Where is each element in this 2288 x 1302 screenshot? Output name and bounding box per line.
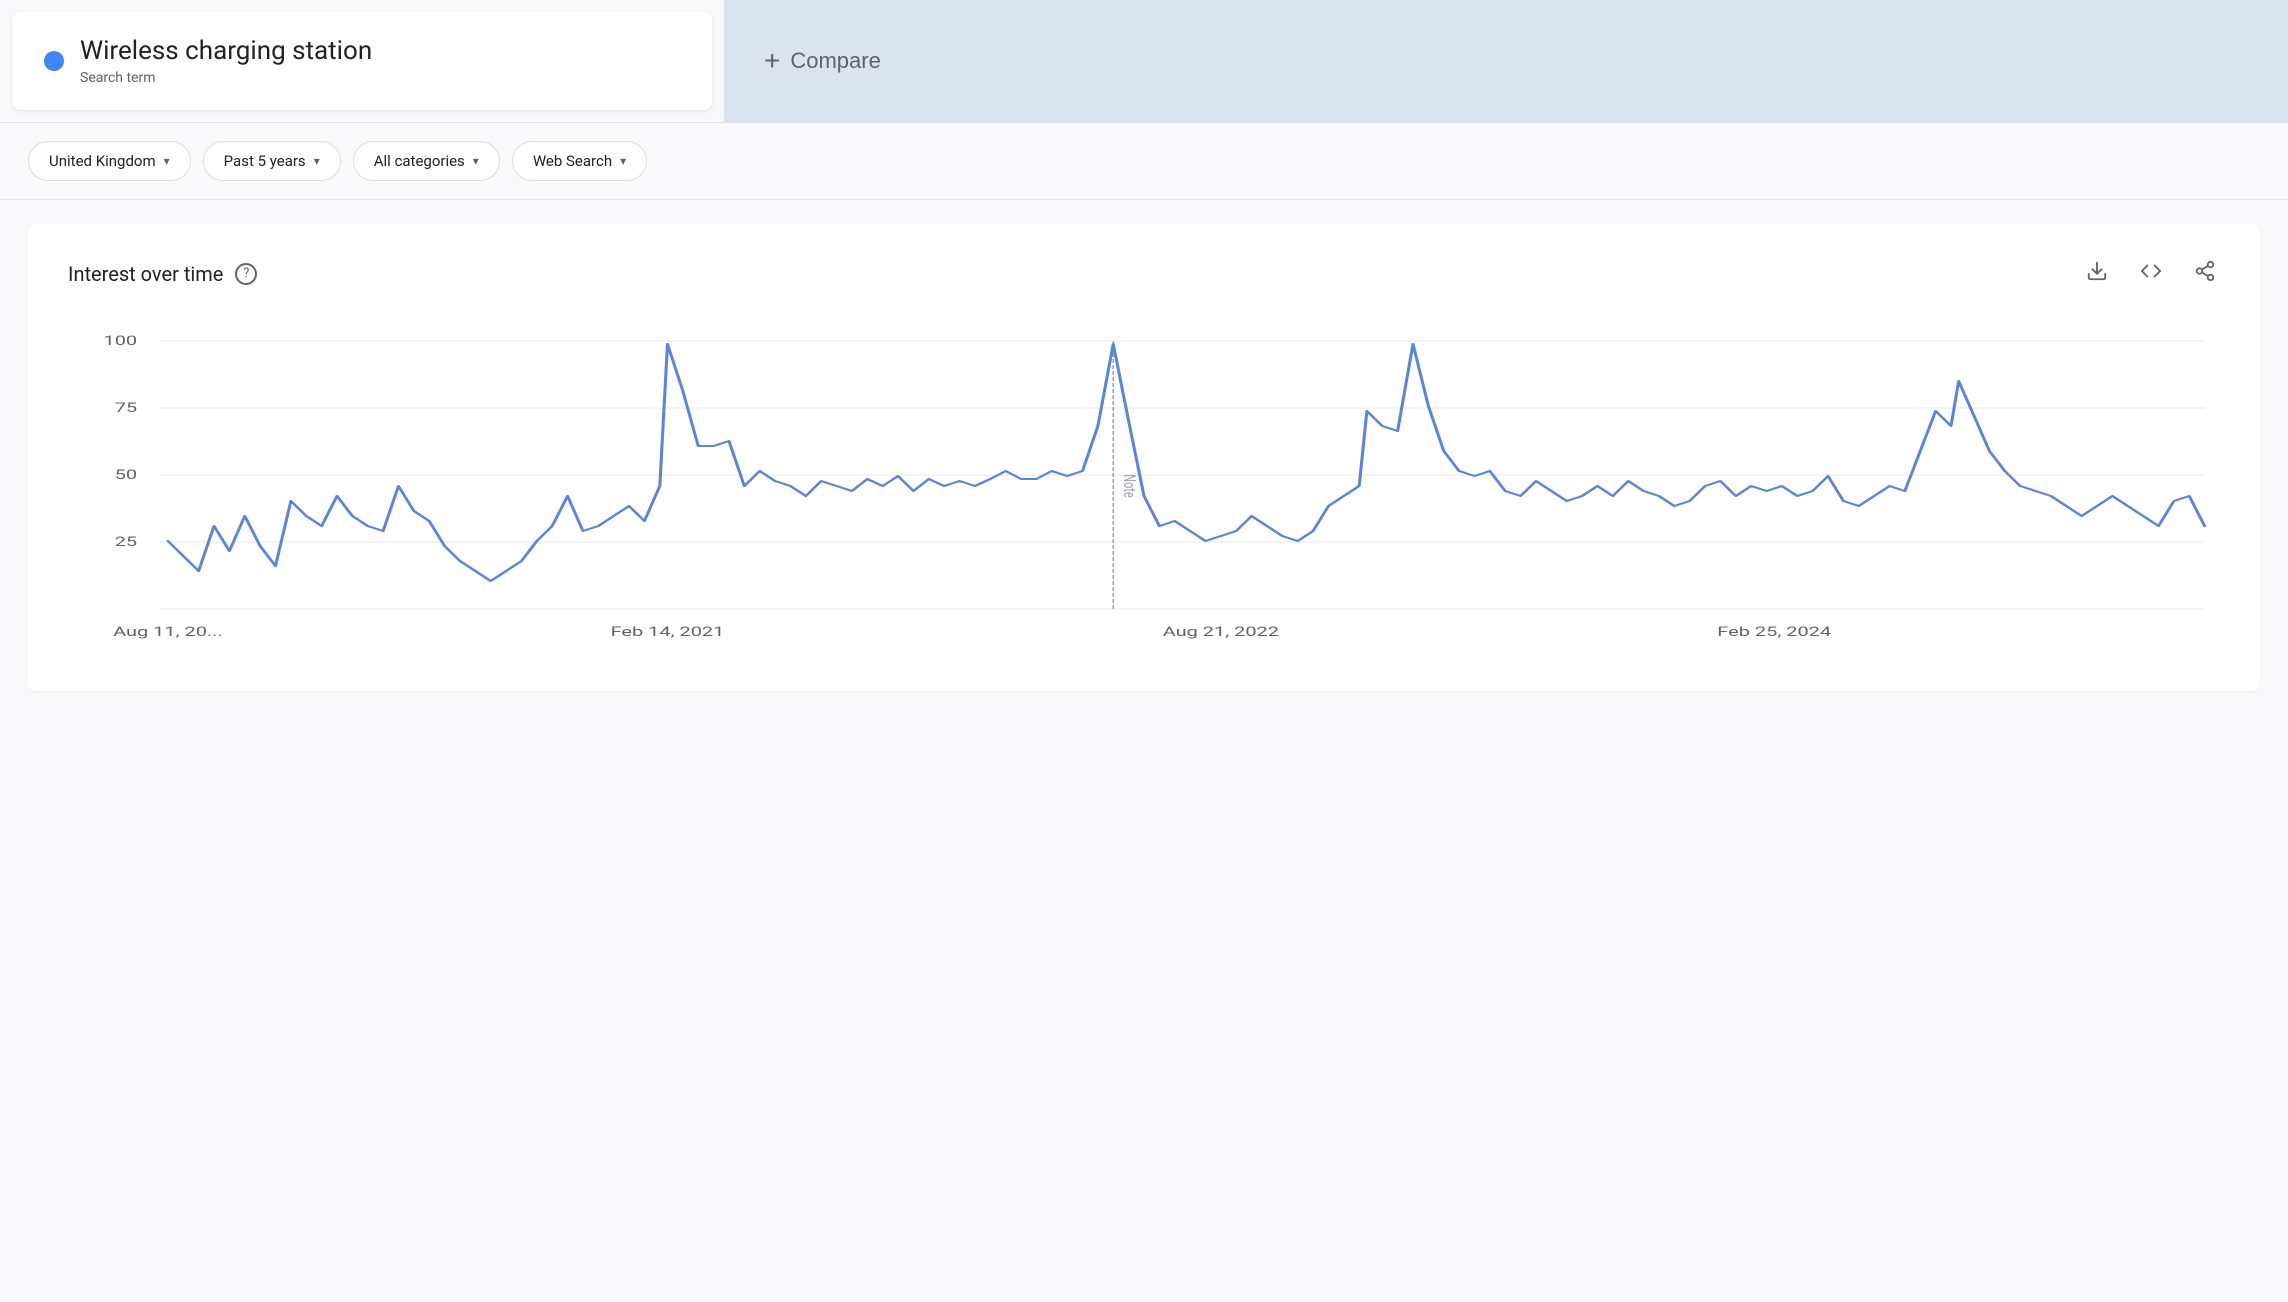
svg-text:Aug 21, 2022: Aug 21, 2022 (1163, 625, 1279, 640)
svg-text:25: 25 (115, 535, 137, 550)
download-button[interactable] (2082, 256, 2112, 291)
svg-text:100: 100 (103, 334, 137, 349)
compare-plus-icon: + (764, 45, 780, 77)
search-term-dot (44, 51, 64, 71)
chart-title: Interest over time (68, 262, 223, 286)
filter-category[interactable]: All categories ▾ (353, 141, 500, 181)
chart-container: 100 75 50 25 Aug 11, 20... Feb 14, 2021 … (68, 331, 2220, 651)
filter-time-label: Past 5 years (224, 152, 306, 170)
compare-section: + Compare (724, 0, 2288, 122)
search-term-title: Wireless charging station (80, 36, 372, 67)
svg-text:Feb 25, 2024: Feb 25, 2024 (1717, 625, 1831, 640)
chevron-down-icon: ▾ (314, 154, 320, 168)
filter-search-type[interactable]: Web Search ▾ (512, 141, 647, 181)
help-icon[interactable]: ? (235, 263, 257, 285)
svg-text:Aug 11, 20...: Aug 11, 20... (113, 625, 223, 640)
share-button[interactable] (2190, 256, 2220, 291)
search-term-card: Wireless charging station Search term (12, 12, 712, 110)
svg-text:Feb 14, 2021: Feb 14, 2021 (611, 625, 725, 640)
chevron-down-icon: ▾ (620, 154, 626, 168)
svg-text:75: 75 (115, 401, 137, 416)
search-term-text: Wireless charging station Search term (80, 36, 372, 86)
filter-region[interactable]: United Kingdom ▾ (28, 141, 191, 181)
filter-category-label: All categories (374, 152, 465, 170)
interest-chart: 100 75 50 25 Aug 11, 20... Feb 14, 2021 … (68, 331, 2220, 651)
embed-button[interactable] (2136, 256, 2166, 291)
filter-region-label: United Kingdom (49, 152, 156, 170)
compare-button[interactable]: + Compare (764, 45, 881, 77)
filters-bar: United Kingdom ▾ Past 5 years ▾ All cate… (0, 123, 2288, 200)
chart-title-group: Interest over time ? (68, 262, 257, 286)
svg-text:Note: Note (1119, 474, 1138, 498)
compare-label: Compare (790, 48, 880, 74)
search-term-subtitle: Search term (80, 70, 156, 86)
svg-text:50: 50 (115, 468, 137, 483)
chart-actions (2082, 256, 2220, 291)
chevron-down-icon: ▾ (473, 154, 479, 168)
filter-search-type-label: Web Search (533, 152, 612, 170)
chevron-down-icon: ▾ (164, 154, 170, 168)
filter-time[interactable]: Past 5 years ▾ (203, 141, 341, 181)
chart-section: Interest over time ? (28, 224, 2260, 691)
chart-header: Interest over time ? (68, 256, 2220, 291)
